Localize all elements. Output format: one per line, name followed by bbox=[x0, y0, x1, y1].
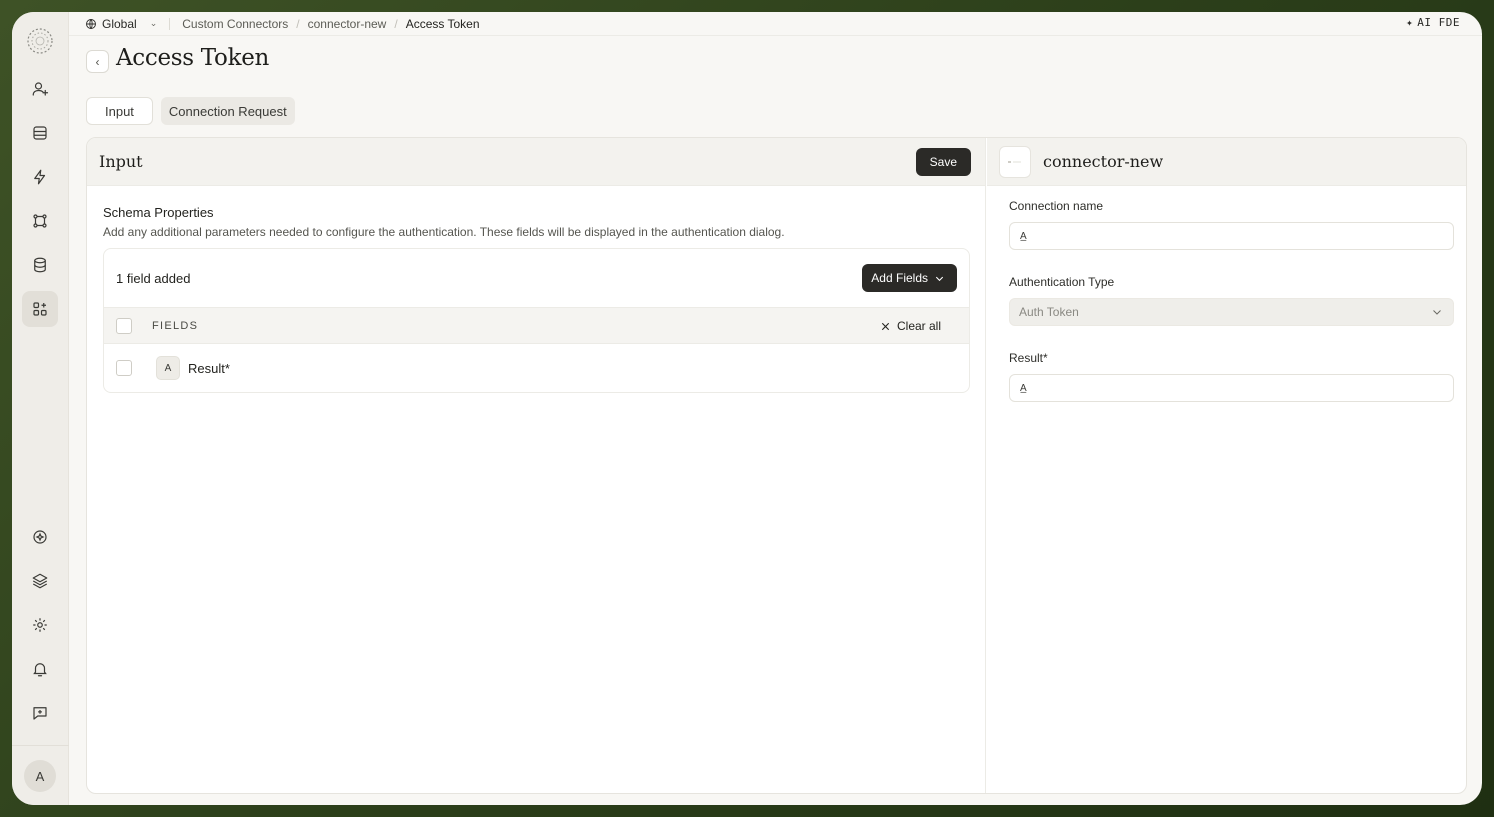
apps-icon[interactable] bbox=[22, 291, 58, 327]
table-row[interactable]: A Result* bbox=[104, 344, 969, 392]
input-pane-title: Input bbox=[99, 152, 143, 171]
field-count: 1 field added bbox=[116, 270, 191, 286]
breadcrumb-current: Access Token bbox=[405, 16, 480, 31]
database-icon[interactable] bbox=[22, 247, 58, 283]
settings-icon[interactable] bbox=[22, 607, 58, 643]
tab-input[interactable]: Input bbox=[86, 97, 153, 125]
breadcrumb-custom-connectors[interactable]: Custom Connectors bbox=[182, 17, 288, 31]
auth-type-select[interactable]: Auth Token bbox=[1009, 298, 1454, 326]
text-type-icon: A̲ bbox=[1020, 230, 1027, 242]
breadcrumb-connector[interactable]: connector-new bbox=[308, 17, 387, 31]
lightning-icon[interactable] bbox=[22, 159, 58, 195]
close-icon bbox=[881, 322, 890, 330]
fields-table-header: 1 field added Add Fields bbox=[104, 249, 969, 307]
field-name: Result* bbox=[188, 360, 230, 376]
editor-panel: Input Save Schema Properties Add any add… bbox=[86, 137, 1467, 794]
chevron-down-icon: ⌄ bbox=[149, 18, 158, 28]
preview-pane: connector-new Connection name A̲ Authent… bbox=[987, 138, 1466, 793]
shield-icon[interactable] bbox=[22, 519, 58, 555]
chevron-down-icon bbox=[935, 276, 944, 281]
fields-column-header: FIELDS Clear all bbox=[104, 307, 969, 344]
result-label: Result* bbox=[1009, 351, 1048, 365]
bell-icon[interactable] bbox=[22, 651, 58, 687]
chevron-down-icon bbox=[1433, 310, 1441, 315]
clear-all-label: Clear all bbox=[896, 319, 941, 333]
preview-pane-header: connector-new bbox=[987, 138, 1466, 186]
topbar-divider bbox=[169, 17, 171, 30]
connector-logo-icon bbox=[999, 145, 1031, 178]
connector-name: connector-new bbox=[1043, 152, 1164, 171]
breadcrumb-separator: / bbox=[296, 16, 300, 31]
fields-column-label: FIELDS bbox=[152, 319, 199, 332]
tab-bar: Input Connection Request bbox=[86, 97, 295, 125]
user-plus-icon[interactable] bbox=[22, 71, 58, 107]
text-type-icon: A̲ bbox=[1020, 382, 1027, 394]
sidebar-divider bbox=[12, 745, 69, 746]
fields-table: 1 field added Add Fields FIELDS Clear al… bbox=[103, 248, 970, 393]
sidebar: A bbox=[12, 12, 69, 805]
avatar[interactable]: A bbox=[24, 760, 56, 792]
select-all-checkbox[interactable] bbox=[116, 317, 132, 334]
auth-type-label: Authentication Type bbox=[1009, 275, 1115, 289]
chevron-left-icon: ‹ bbox=[95, 54, 100, 69]
breadcrumb-separator: / bbox=[394, 16, 398, 31]
auth-type-value: Auth Token bbox=[1019, 305, 1079, 319]
input-pane: Input Save Schema Properties Add any add… bbox=[87, 138, 986, 793]
feedback-icon[interactable] bbox=[22, 695, 58, 731]
ai-fde-button[interactable]: ✦ AI FDE bbox=[1406, 16, 1460, 29]
result-input[interactable]: A̲ bbox=[1009, 374, 1454, 402]
scope-label: Global bbox=[102, 16, 137, 31]
scope-selector[interactable]: Global ⌄ bbox=[85, 17, 157, 31]
text-type-icon: A bbox=[156, 356, 180, 380]
app-window: A Global ⌄ Custom Connectors / connector… bbox=[12, 12, 1482, 805]
add-fields-label: Add Fields bbox=[871, 271, 928, 285]
sparkle-icon: ✦ bbox=[1406, 16, 1414, 29]
input-pane-header: Input Save bbox=[87, 138, 985, 186]
save-button[interactable]: Save bbox=[915, 147, 971, 176]
ai-fde-label: AI FDE bbox=[1417, 16, 1460, 29]
globe-icon bbox=[86, 18, 96, 29]
add-fields-button[interactable]: Add Fields bbox=[862, 264, 957, 292]
tab-connection-request[interactable]: Connection Request bbox=[160, 97, 295, 125]
clear-all-button[interactable]: Clear all bbox=[880, 319, 941, 333]
back-button[interactable]: ‹ bbox=[86, 50, 109, 73]
logo-icon[interactable] bbox=[25, 26, 55, 56]
row-checkbox[interactable] bbox=[116, 360, 132, 376]
workflow-icon[interactable] bbox=[22, 203, 58, 239]
page-title: Access Token bbox=[116, 45, 270, 71]
connection-name-label: Connection name bbox=[1009, 199, 1104, 213]
connection-name-input[interactable]: A̲ bbox=[1009, 222, 1454, 250]
schema-properties-title: Schema Properties bbox=[103, 205, 214, 220]
topbar: Global ⌄ Custom Connectors / connector-n… bbox=[69, 12, 1482, 36]
inbox-icon[interactable] bbox=[22, 115, 58, 151]
layers-icon[interactable] bbox=[22, 563, 58, 599]
schema-properties-description: Add any additional parameters needed to … bbox=[103, 225, 785, 239]
main-area: Global ⌄ Custom Connectors / connector-n… bbox=[69, 12, 1482, 805]
